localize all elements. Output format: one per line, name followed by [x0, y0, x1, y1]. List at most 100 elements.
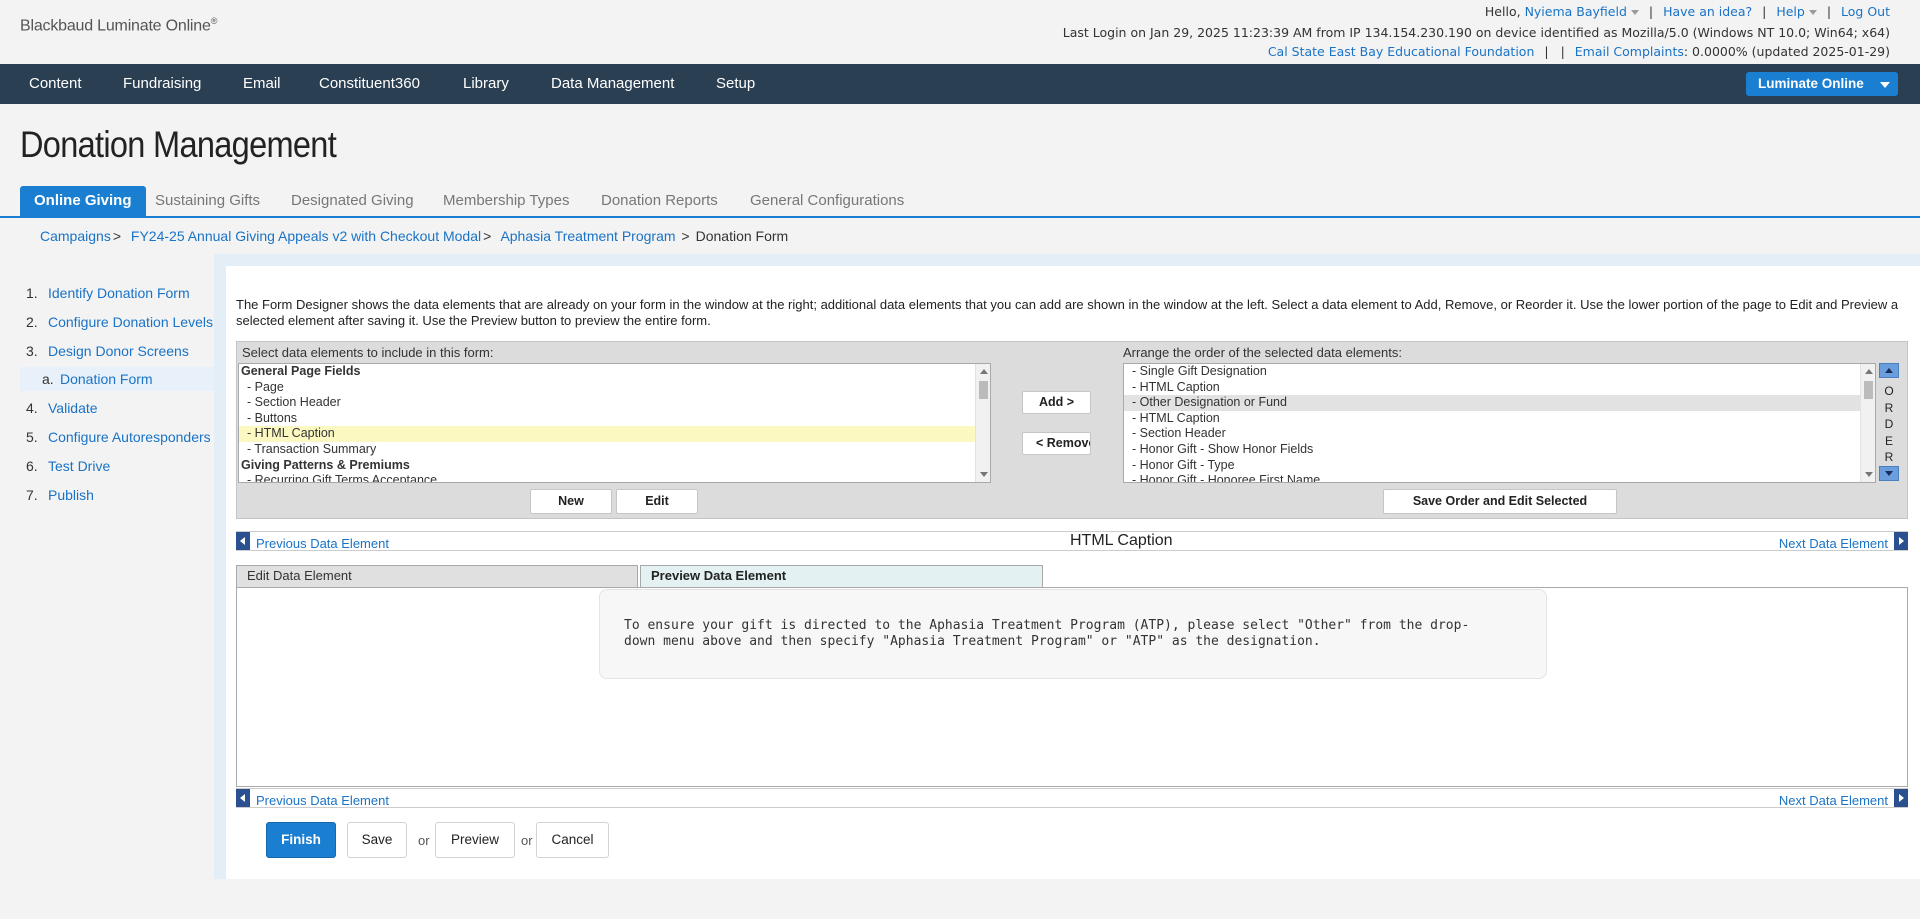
selected-list-scrollbar[interactable] — [1860, 364, 1875, 482]
last-login-info: Last Login on Jan 29, 2025 11:23:39 AM f… — [1062, 25, 1890, 40]
edit-element-button[interactable]: Edit — [616, 489, 698, 514]
app-logo: Blackbaud Luminate Online® — [20, 16, 218, 35]
arrow-left-icon[interactable] — [236, 789, 250, 807]
arrow-left-icon[interactable] — [236, 532, 250, 550]
list-item[interactable]: - Honor Gift - Honoree First Name — [1124, 473, 1875, 482]
list-item[interactable]: - HTML Caption — [1124, 380, 1875, 396]
save-order-button[interactable]: Save Order and Edit Selected — [1383, 489, 1617, 514]
remove-element-button[interactable]: < Remove — [1022, 432, 1091, 455]
nav-email[interactable]: Email — [243, 64, 281, 104]
nav-constituent360[interactable]: Constituent360 — [319, 64, 420, 104]
available-list-scrollbar[interactable] — [975, 364, 990, 482]
list-item[interactable]: - Buttons — [239, 411, 990, 427]
top-utility-bar: Blackbaud Luminate Online® Hello, Nyiema… — [0, 0, 1920, 64]
breadcrumb-form[interactable]: Aphasia Treatment Program — [500, 228, 675, 244]
previous-element-link[interactable]: Previous Data Element — [256, 793, 389, 808]
main-nav: Content Fundraising Email Constituent360… — [0, 64, 1920, 104]
step-donation-form[interactable]: a. Donation Form — [20, 367, 214, 391]
list-item-selected[interactable]: - HTML Caption — [239, 426, 990, 442]
product-switcher-button[interactable]: Luminate Online — [1746, 72, 1898, 96]
step-design-donor-screens[interactable]: 3. Design Donor Screens — [20, 338, 214, 367]
order-controls: O R D E R — [1878, 363, 1900, 483]
list-item[interactable]: - Page — [239, 380, 990, 396]
tab-membership-types[interactable]: Membership Types — [443, 186, 569, 216]
logout-link[interactable]: Log Out — [1841, 4, 1890, 19]
nav-fundraising[interactable]: Fundraising — [123, 64, 201, 104]
org-name-link[interactable]: Cal State East Bay Educational Foundatio… — [1268, 44, 1535, 59]
breadcrumb: Campaigns > FY24-25 Annual Giving Appeals… — [40, 228, 789, 244]
arrow-right-icon[interactable] — [1894, 532, 1908, 550]
tab-general-configurations[interactable]: General Configurations — [750, 186, 904, 216]
preview-pane: To ensure your gift is directed to the A… — [236, 587, 1908, 787]
step-configure-autoresponders[interactable]: 5. Configure Autoresponders — [20, 424, 214, 453]
tab-preview-data-element[interactable]: Preview Data Element — [640, 565, 1043, 587]
arrow-right-icon[interactable] — [1894, 789, 1908, 807]
html-caption-preview: To ensure your gift is directed to the A… — [599, 589, 1547, 679]
list-item[interactable]: - Single Gift Designation — [1124, 364, 1875, 380]
order-label: O R D E R — [1884, 384, 1894, 464]
user-name-menu[interactable]: Nyiema Bayfield — [1525, 4, 1627, 19]
available-elements-list[interactable]: General Page Fields - Page - Section Hea… — [238, 363, 991, 483]
step-configure-donation-levels[interactable]: 2. Configure Donation Levels — [20, 309, 214, 338]
wizard-steps: 1. Identify Donation Form 2. Configure Don… — [20, 280, 214, 511]
breadcrumb-current: Donation Form — [695, 228, 789, 244]
help-menu[interactable]: Help — [1776, 4, 1805, 19]
current-element-title: HTML Caption — [1070, 532, 1173, 549]
cancel-button[interactable]: Cancel — [536, 822, 609, 858]
scroll-up-icon — [1865, 369, 1873, 374]
page-title: Donation Management — [20, 124, 337, 165]
new-element-button[interactable]: New — [530, 489, 612, 514]
finish-button[interactable]: Finish — [266, 822, 336, 858]
nav-content[interactable]: Content — [29, 64, 82, 104]
list-item[interactable]: - Recurring Gift Terms Acceptance — [239, 473, 990, 482]
next-element-link[interactable]: Next Data Element — [1779, 536, 1888, 551]
selected-elements-list[interactable]: - Single Gift Designation - HTML Caption… — [1123, 363, 1876, 483]
list-item[interactable]: - Honor Gift - Type — [1124, 458, 1875, 474]
nav-data-management[interactable]: Data Management — [551, 64, 674, 104]
form-designer-intro: The Form Designer shows the data element… — [236, 297, 1899, 328]
org-row: Cal State East Bay Educational Foundatio… — [1267, 44, 1890, 59]
previous-element-link[interactable]: Previous Data Element — [256, 536, 389, 551]
preview-text: To ensure your gift is directed to the A… — [624, 618, 1470, 649]
tab-online-giving[interactable]: Online Giving — [20, 186, 146, 216]
move-down-button[interactable] — [1879, 466, 1899, 481]
add-element-button[interactable]: Add > — [1022, 391, 1091, 414]
chevron-down-icon[interactable] — [1808, 10, 1817, 15]
tab-edit-data-element[interactable]: Edit Data Element — [236, 565, 638, 587]
step-identify-donation-form[interactable]: 1. Identify Donation Form — [20, 280, 214, 309]
move-up-button[interactable] — [1879, 363, 1899, 378]
breadcrumb-campaigns[interactable]: Campaigns — [40, 228, 111, 244]
tab-sustaining-gifts[interactable]: Sustaining Gifts — [155, 186, 260, 216]
chevron-down-icon — [1880, 82, 1890, 88]
element-nav-bottom: Previous Data Element Next Data Element — [236, 788, 1908, 808]
save-button[interactable]: Save — [347, 822, 407, 858]
email-complaints-link[interactable]: Email Complaints — [1575, 44, 1684, 59]
list-item[interactable]: - Honor Gift - Show Honor Fields — [1124, 442, 1875, 458]
step-publish[interactable]: 7. Publish — [20, 482, 214, 511]
list-item[interactable]: - Section Header — [239, 395, 990, 411]
scroll-up-icon — [980, 369, 988, 374]
scroll-down-icon — [1865, 472, 1873, 477]
list-item[interactable]: - HTML Caption — [1124, 411, 1875, 427]
list-item[interactable]: - Transaction Summary — [239, 442, 990, 458]
form-designer: Select data elements to include in this … — [236, 341, 1908, 519]
tab-donation-reports[interactable]: Donation Reports — [601, 186, 718, 216]
breadcrumb-campaign[interactable]: FY24-25 Annual Giving Appeals v2 with Ch… — [131, 228, 481, 244]
list-item[interactable]: - Section Header — [1124, 426, 1875, 442]
list-item[interactable]: General Page Fields — [239, 364, 990, 380]
have-an-idea-link[interactable]: Have an idea? — [1663, 4, 1752, 19]
step-test-drive[interactable]: 6. Test Drive — [20, 453, 214, 482]
list-item[interactable]: Giving Patterns & Premiums — [239, 458, 990, 474]
nav-library[interactable]: Library — [463, 64, 509, 104]
available-elements-label: Select data elements to include in this … — [242, 345, 494, 360]
preview-button[interactable]: Preview — [435, 822, 515, 858]
next-element-link[interactable]: Next Data Element — [1779, 793, 1888, 808]
scroll-down-icon — [980, 472, 988, 477]
list-item-selected[interactable]: - Other Designation or Fund — [1124, 395, 1875, 411]
step-validate[interactable]: 4. Validate — [20, 395, 214, 424]
section-tabs: Online Giving Sustaining Gifts Designate… — [0, 186, 1920, 218]
tab-designated-giving[interactable]: Designated Giving — [291, 186, 414, 216]
nav-setup[interactable]: Setup — [716, 64, 755, 104]
chevron-down-icon[interactable] — [1630, 10, 1639, 15]
selected-elements-label: Arrange the order of the selected data e… — [1123, 345, 1402, 360]
